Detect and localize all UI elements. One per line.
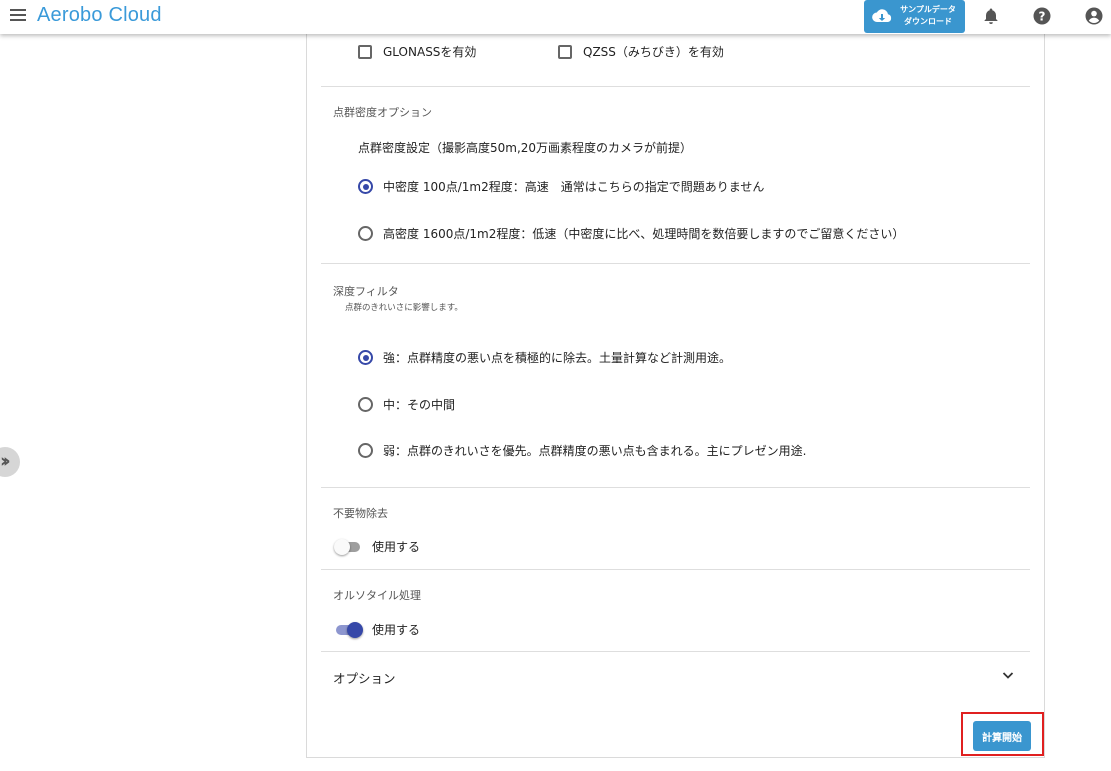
depth-filter-weak-label: 弱：点群のきれいさを優先。点群精度の悪い点も含まれる。主にプレゼン用途. xyxy=(383,444,807,458)
depth-filter-medium-radio[interactable]: 中：その中間 xyxy=(358,396,455,413)
section-divider xyxy=(321,569,1030,570)
glonass-label: GLONASSを有効 xyxy=(383,45,477,59)
section-divider xyxy=(321,487,1030,488)
sample-data-download-button[interactable]: サンプルデータ ダウンロード xyxy=(864,0,965,33)
depth-filter-title: 深度フィルタ xyxy=(333,285,399,298)
glonass-checkbox[interactable]: GLONASSを有効 xyxy=(358,43,476,60)
density-section-title: 点群密度オプション xyxy=(333,106,432,119)
section-divider xyxy=(321,263,1030,264)
download-label-line1: サンプルデータ xyxy=(900,5,956,14)
highlight-box xyxy=(961,712,1044,756)
density-medium-label: 中密度 100点/1m2程度：高速 通常はこちらの指定で問題ありません xyxy=(383,180,765,194)
density-high-radio[interactable]: 高密度 1600点/1m2程度：低速（中密度に比べ、処理時間を数倍要しますのでご… xyxy=(358,225,904,242)
download-label-line2: ダウンロード xyxy=(904,17,952,26)
qzss-label: QZSS（みちびき）を有効 xyxy=(583,45,724,59)
app-title[interactable]: Aerobo Cloud xyxy=(37,4,162,27)
hamburger-menu-icon[interactable] xyxy=(10,9,26,23)
options-label: オプション xyxy=(333,671,396,686)
processing-settings-card: GLONASSを有効 QZSS（みちびき）を有効 点群密度オプション 点群密度設… xyxy=(306,30,1045,758)
unwanted-removal-title: 不要物除去 xyxy=(333,507,388,520)
radio-circle[interactable] xyxy=(358,179,373,194)
depth-filter-strong-label: 強：点群精度の悪い点を積極的に除去。土量計算など計測用途。 xyxy=(383,351,732,365)
qzss-checkbox[interactable]: QZSS（みちびき）を有効 xyxy=(558,43,724,60)
account-circle-icon[interactable] xyxy=(1084,6,1104,26)
drawer-expand-button[interactable]: ›› xyxy=(0,447,20,477)
unwanted-removal-row: 使用する xyxy=(334,538,420,555)
svg-text:?: ? xyxy=(1039,10,1046,24)
density-high-label: 高密度 1600点/1m2程度：低速（中密度に比べ、処理時間を数倍要しますのでご… xyxy=(383,227,905,241)
help-icon[interactable]: ? xyxy=(1032,6,1052,26)
unwanted-removal-toggle-label: 使用する xyxy=(372,540,421,554)
radio-circle[interactable] xyxy=(358,443,373,458)
chevron-down-icon xyxy=(1002,672,1014,679)
depth-filter-strong-radio[interactable]: 強：点群精度の悪い点を積極的に除去。土量計算など計測用途。 xyxy=(358,349,731,366)
radio-circle[interactable] xyxy=(358,397,373,412)
radio-circle[interactable] xyxy=(358,350,373,365)
unwanted-removal-toggle[interactable] xyxy=(334,538,362,555)
cloud-download-icon xyxy=(872,9,892,23)
depth-filter-medium-label: 中：その中間 xyxy=(383,398,456,412)
density-setting-label: 点群密度設定（撮影高度50m,20万画素程度のカメラが前提） xyxy=(358,141,693,155)
section-divider xyxy=(321,86,1030,87)
ortho-tile-row: 使用する xyxy=(334,621,420,638)
ortho-tile-toggle-label: 使用する xyxy=(372,623,421,637)
depth-filter-weak-radio[interactable]: 弱：点群のきれいさを優先。点群精度の悪い点も含まれる。主にプレゼン用途. xyxy=(358,442,806,459)
top-app-bar: Aerobo Cloud サンプルデータ ダウンロード ? xyxy=(0,0,1111,34)
depth-filter-subtitle: 点群のきれいさに影響します。 xyxy=(345,303,463,313)
checkbox-box[interactable] xyxy=(558,44,572,59)
double-chevron-right-icon: ›› xyxy=(0,450,10,472)
notifications-bell-icon[interactable] xyxy=(981,6,1001,26)
options-expansion-panel[interactable]: オプション xyxy=(307,652,1044,700)
ortho-tile-title: オルソタイル処理 xyxy=(333,589,421,602)
density-medium-radio[interactable]: 中密度 100点/1m2程度：高速 通常はこちらの指定で問題ありません xyxy=(358,178,764,195)
checkbox-box[interactable] xyxy=(358,44,372,59)
ortho-tile-toggle[interactable] xyxy=(334,621,363,638)
radio-circle[interactable] xyxy=(358,226,373,241)
